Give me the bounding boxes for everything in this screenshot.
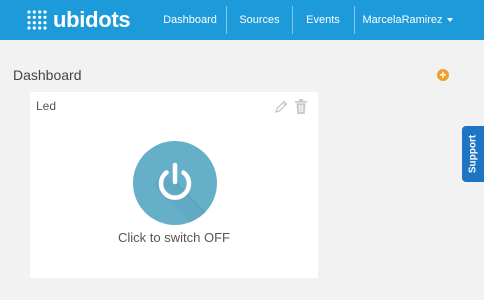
support-tab[interactable]: Support [462, 126, 484, 182]
support-label: Support [467, 134, 479, 174]
pencil-icon[interactable] [274, 100, 288, 114]
nav-events[interactable]: Events [293, 0, 353, 40]
nav-dashboard[interactable]: Dashboard [154, 0, 226, 40]
switch-caption: Click to switch OFF [118, 230, 230, 245]
page-title: Dashboard [13, 67, 82, 83]
user-menu[interactable]: MarcelaRamirez [355, 0, 460, 40]
top-navbar: ubidots Dashboard Sources Events Marcela… [0, 0, 484, 40]
brand-logo[interactable]: ubidots [26, 7, 131, 32]
widget-title: Led [36, 99, 57, 113]
nav-sources[interactable]: Sources [227, 0, 292, 40]
plus-icon: + [439, 68, 447, 82]
user-name: MarcelaRamirez [362, 14, 443, 26]
ubidots-logo-icon [27, 10, 47, 30]
power-icon [153, 162, 217, 225]
led-switch-button[interactable] [133, 141, 217, 225]
trash-icon[interactable] [295, 99, 307, 114]
led-widget-card: Led Click to switch OFF [30, 92, 318, 278]
brand-name: ubidots [53, 7, 131, 32]
add-widget-button[interactable]: + [437, 69, 449, 81]
chevron-down-icon [446, 18, 453, 22]
